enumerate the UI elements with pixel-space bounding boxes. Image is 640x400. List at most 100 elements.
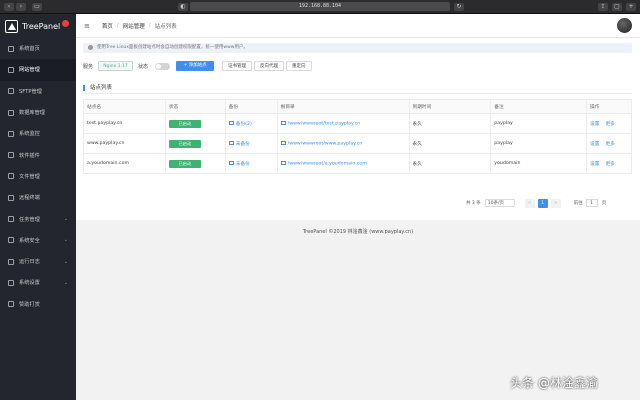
settings-link[interactable]: 设置: [590, 142, 599, 147]
sidebar-item-terminal[interactable]: 远程终端: [0, 187, 76, 208]
shield-icon[interactable]: ◐: [178, 3, 188, 11]
prev-page-button[interactable]: <: [524, 198, 535, 208]
service-label: 服务: [83, 63, 94, 70]
settings-link[interactable]: 设置: [590, 162, 599, 167]
table-header-row: 站点名 状态 备份 根目录 到期时间 备注 操作: [83, 99, 632, 114]
address-bar[interactable]: 192.168.88.104: [190, 2, 450, 11]
terminal-icon: [8, 194, 14, 201]
next-page-button[interactable]: >: [550, 198, 561, 208]
add-site-button[interactable]: + 添加站点: [176, 61, 215, 71]
share-icon[interactable]: ⇪: [598, 3, 608, 11]
back-icon[interactable]: ‹: [4, 3, 14, 11]
sidebar-item-security[interactable]: 系统安全 ⌄: [0, 230, 76, 251]
app-name: TreePanel: [22, 21, 61, 31]
sidebar-item-monitor[interactable]: 系统监控: [0, 123, 76, 144]
root-dir-link[interactable]: /www/wwwroot/www.payplay.cn: [288, 141, 363, 146]
more-link[interactable]: 更多: [605, 162, 614, 167]
settings-link[interactable]: 设置: [590, 122, 599, 127]
folder-icon: [8, 173, 14, 180]
status-badge[interactable]: 已启动: [168, 119, 201, 128]
home-icon: [8, 45, 14, 52]
status-badge[interactable]: 已启动: [168, 139, 201, 148]
logo: TreePanel: [0, 14, 76, 38]
chevron-down-icon: ⌄: [63, 279, 68, 286]
breadcrumb-home[interactable]: 首页: [102, 22, 113, 30]
root-dir-link[interactable]: /www/wwwroot/a.youdomain.com: [288, 161, 367, 166]
redirect-button[interactable]: 重定向: [286, 61, 312, 71]
expire-date: 永久: [408, 133, 492, 154]
service-toggle[interactable]: [155, 62, 171, 70]
gift-icon: [8, 301, 14, 308]
breadcrumb-separator: /: [148, 22, 151, 29]
new-tab-icon[interactable]: +: [626, 3, 636, 11]
site-name: test.payplay.cn: [83, 113, 166, 134]
more-link[interactable]: 更多: [605, 122, 614, 127]
breadcrumb-separator: /: [116, 22, 119, 29]
cert-management-button[interactable]: 证书管理: [222, 61, 253, 71]
note[interactable]: payplay: [490, 133, 588, 154]
notice-banner: 使用Tree Linux面板创建站点时会自动创建权限配置，统一使用www用户。: [83, 43, 632, 53]
site-list-panel: 使用Tree Linux面板创建站点时会自动创建权限配置，统一使用www用户。 …: [76, 38, 640, 220]
table-row: www.payplay.cn 已启动 未备份 /www/wwwroot/www.…: [83, 133, 632, 154]
table-row: test.payplay.cn 已启动 备份(2) /www/wwwroot/t…: [83, 113, 632, 134]
logo-icon: [5, 19, 18, 33]
globe-icon: [8, 66, 14, 73]
sidebar-toggle-icon[interactable]: ▭: [32, 3, 42, 11]
root-dir-link[interactable]: /www/wwwroot/test.payplay.cn: [288, 121, 361, 126]
page-number-1[interactable]: 1: [537, 198, 548, 208]
reverse-proxy-button[interactable]: 反向代理: [254, 61, 285, 71]
backup-icon: [228, 161, 234, 165]
page-size-select[interactable]: 10条/页: [484, 199, 515, 207]
sidebar-item-donate[interactable]: 赞助打赏: [0, 294, 76, 315]
status-badge[interactable]: 已启动: [168, 159, 201, 168]
more-link[interactable]: 更多: [605, 142, 614, 147]
sidebar-item-home[interactable]: 系统首页: [0, 38, 76, 59]
total-count: 共 3 条: [466, 201, 481, 206]
chevron-down-icon: ⌄: [63, 216, 68, 223]
folder-icon: [280, 140, 286, 145]
expire-date: 永久: [408, 113, 492, 134]
table-row: a.youdomain.com 已启动 未备份 /www/wwwroot/a.y…: [83, 153, 632, 174]
folder-icon: [280, 120, 286, 125]
toolbar: 服务 Nginx 1.17 状态 + 添加站点 证书管理 反向代理 重定向: [83, 60, 314, 72]
note[interactable]: payplay: [490, 113, 588, 134]
sidebar-item-logs[interactable]: 运行日志 ⌄: [0, 251, 76, 272]
sidebar-item-sites[interactable]: 网站管理: [0, 59, 76, 81]
sidebar-item-files[interactable]: 文件管理: [0, 166, 76, 187]
reload-icon[interactable]: ↻: [454, 3, 464, 11]
status-label: 状态: [138, 63, 149, 70]
backup-icon: [228, 141, 234, 145]
menu-icon[interactable]: ≡: [84, 22, 90, 30]
folder-icon: [280, 160, 286, 165]
breadcrumb-current: 站点列表: [154, 23, 177, 30]
monitor-icon: [8, 130, 14, 137]
backup-link[interactable]: 未备份: [236, 162, 250, 167]
backup-link[interactable]: 未备份: [236, 142, 250, 147]
note[interactable]: youdomain: [490, 153, 588, 174]
sidebar-item-sftp[interactable]: SFTP管理: [0, 81, 76, 102]
goto-page-input[interactable]: 1: [585, 199, 598, 207]
backup-link[interactable]: 备份(2): [236, 122, 252, 127]
sidebar-item-settings[interactable]: 系统设置 ⌄: [0, 272, 76, 293]
chevron-down-icon: ⌄: [63, 258, 68, 265]
tabs-icon[interactable]: ▢: [612, 3, 622, 11]
task-icon: [8, 216, 14, 223]
sidebar-item-plugins[interactable]: 软件插件: [0, 144, 76, 165]
info-icon: [88, 45, 93, 50]
shield-icon: [8, 237, 14, 244]
sidebar-item-database[interactable]: 数据库管理: [0, 102, 76, 123]
goto-label: 前往: [573, 201, 583, 206]
gear-icon: [8, 279, 14, 286]
column-header: 根目录: [276, 99, 410, 114]
sidebar-item-tasks[interactable]: 任务管理 ⌄: [0, 208, 76, 229]
notice-text: 使用Tree Linux面板创建站点时会自动创建权限配置，统一使用www用户。: [97, 45, 248, 50]
breadcrumb-parent[interactable]: 网站管理: [123, 22, 145, 30]
forward-icon[interactable]: ›: [16, 3, 26, 11]
column-header: 操作: [586, 99, 632, 114]
column-header: 到期时间: [408, 99, 492, 114]
plugin-icon: [8, 152, 14, 159]
avatar[interactable]: [617, 18, 632, 33]
site-table: 站点名 状态 备份 根目录 到期时间 备注 操作 test.payplay.cn…: [83, 99, 632, 174]
column-header: 站点名: [83, 99, 166, 114]
log-icon: [8, 258, 14, 265]
